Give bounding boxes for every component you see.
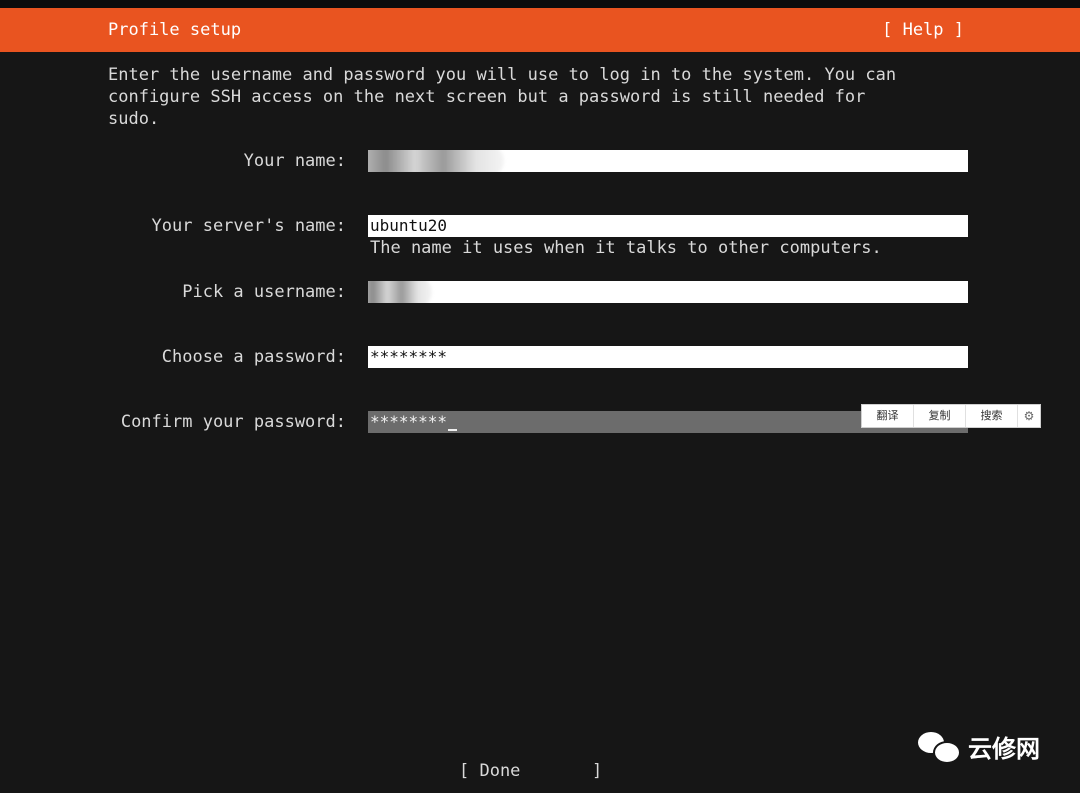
password-field[interactable]: ********: [368, 346, 968, 368]
help-button[interactable]: [ Help ]: [882, 20, 964, 40]
username-label: Pick a username:: [182, 282, 346, 302]
text-cursor: [448, 429, 458, 431]
selection-popup-menu: 翻译 复制 搜索 ⚙: [861, 404, 1041, 428]
username-field[interactable]: [368, 281, 968, 303]
server-name-label: Your server's name:: [151, 216, 346, 236]
gear-icon[interactable]: ⚙: [1018, 405, 1040, 427]
redaction-blur: [368, 281, 432, 303]
confirm-password-value: ********: [370, 412, 448, 431]
wechat-icon: [918, 728, 961, 764]
watermark-text: 云修网: [968, 734, 1040, 763]
redaction-blur: [368, 150, 504, 172]
copy-button[interactable]: 复制: [914, 405, 966, 427]
terminal-top-strip: [0, 0, 1080, 8]
server-name-field[interactable]: ubuntu20: [368, 215, 968, 237]
page-title: Profile setup: [108, 20, 242, 40]
your-name-label: Your name:: [243, 151, 346, 171]
server-name-hint: The name it uses when it talks to other …: [370, 238, 882, 258]
header-bar: Profile setup [ Help ]: [0, 8, 1080, 52]
done-button[interactable]: [ Done ]: [459, 761, 607, 781]
password-label: Choose a password:: [161, 347, 346, 367]
intro-text: Enter the username and password you will…: [108, 65, 897, 129]
your-name-field[interactable]: [368, 150, 968, 172]
translate-button[interactable]: 翻译: [862, 405, 914, 427]
search-button[interactable]: 搜索: [966, 405, 1018, 427]
watermark: 云修网: [918, 728, 1040, 764]
confirm-password-label: Confirm your password:: [120, 412, 346, 432]
